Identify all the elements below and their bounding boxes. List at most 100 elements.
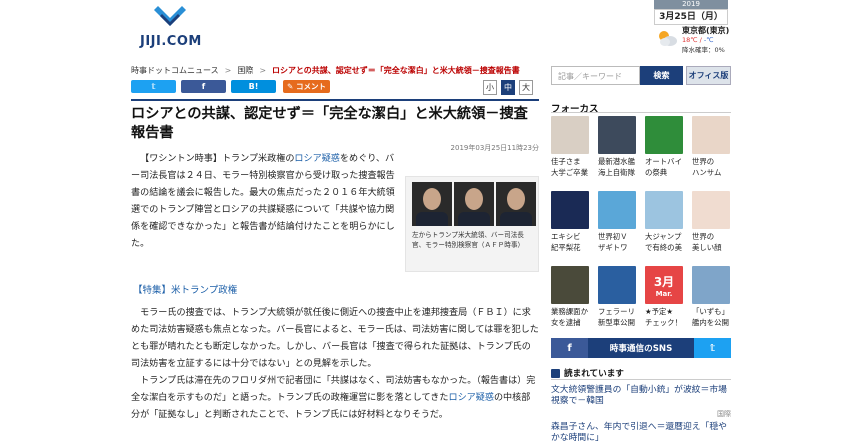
reading-rule (551, 379, 731, 380)
date-day: 3月25日（月） (654, 9, 728, 25)
font-size-small-button[interactable]: 小 (483, 80, 497, 95)
focus-thumbnail (645, 191, 683, 229)
focus-label: フェラーリ (598, 307, 635, 316)
article-photo[interactable]: 左からトランプ米大統領、バー司法長官、モラー特別検察官（ＡＦＰ時事） (405, 176, 539, 272)
focus-thumbnail (692, 191, 730, 229)
focus-label: 大学ご卒業 (551, 168, 588, 177)
russia-probe-link[interactable]: ロシア疑惑 (448, 393, 493, 403)
comment-label: コメント (295, 82, 326, 91)
twitter-sns-button[interactable]: 𝕥 (694, 338, 731, 358)
weather-city: 東京都(東京) (682, 26, 730, 35)
focus-tile[interactable]: 最新潜水艦海上自衛隊 (598, 116, 638, 178)
focus-label: 美しい顔 (692, 243, 722, 252)
search-input[interactable]: 記事／キーワード (551, 66, 640, 85)
focus-rule (551, 112, 731, 113)
twitter-share-button[interactable]: 𝕥 (131, 80, 176, 93)
hatena-icon: B! (248, 82, 259, 91)
focus-thumbnail (645, 116, 683, 154)
weather-rain: 降水確率：0% (682, 46, 725, 54)
focus-thumbnail (551, 116, 589, 154)
focus-label: 業務課面か (551, 307, 588, 316)
focus-label: 海上自衛隊 (598, 168, 635, 177)
font-size-large-button[interactable]: 大 (519, 80, 533, 95)
weather-widget[interactable]: 東京都(東京) 18℃ / -℃ 降水確率：0% (656, 25, 746, 54)
breadcrumb-section[interactable]: 国際 (237, 66, 253, 75)
calendar-sub: Mar. (655, 289, 673, 298)
square-bullet-icon (551, 368, 560, 378)
focus-thumbnail (598, 266, 636, 304)
article-body: モラー氏の捜査では、トランプ大統領が就任後に側近への捜査中止を連邦捜査局（ＦＢＩ… (131, 305, 539, 424)
focus-thumbnail: 3月 Mar. (645, 266, 683, 304)
focus-label: 大ジャンプ (645, 232, 682, 241)
focus-thumbnail (598, 116, 636, 154)
twitter-icon: 𝕥 (151, 82, 156, 91)
focus-thumbnail (692, 266, 730, 304)
comment-button[interactable]: ✎ コメント (283, 80, 330, 93)
focus-label: 艦内を公開 (692, 318, 729, 327)
article-title: ロシアとの共謀、認定せず＝「完全な潔白」と米大統領－捜査報告書 (131, 106, 528, 141)
date-box: 2019 3月25日（月） (654, 0, 728, 25)
focus-label: チェック！ (645, 318, 682, 327)
weather-temp: 18℃ / -℃ (682, 36, 714, 44)
photo-caption: 左からトランプ米大統領、バー司法長官、モラー特別検察官（ＡＦＰ時事） (412, 231, 525, 249)
russia-probe-link[interactable]: ロシア疑惑 (294, 154, 339, 164)
feature-link[interactable]: 【特集】米トランプ政権 (133, 282, 237, 296)
facebook-sns-button[interactable]: f (551, 338, 588, 358)
logo-mark-icon (154, 6, 186, 26)
focus-tile[interactable]: 佳子さま 大学ご卒業 (551, 116, 591, 178)
search-button[interactable]: 検索 (640, 66, 683, 85)
logo-text: JIJI.COM (140, 34, 202, 49)
focus-tile[interactable]: 「いずも」艦内を公開 (692, 266, 732, 328)
focus-tile[interactable]: オートバイ の祭典 (645, 116, 685, 178)
focus-tile[interactable]: 業務課面か 女を逮捕 (551, 266, 591, 328)
focus-tile[interactable]: 世界の ハンサム (692, 116, 732, 178)
article-paragraph: モラー氏の捜査では、トランプ大統領が就任後に側近への捜査中止を連邦捜査局（ＦＢＩ… (131, 308, 539, 369)
facebook-icon: f (201, 82, 206, 91)
font-size-medium-button[interactable]: 中 (501, 80, 515, 95)
focus-label: オートバイ (645, 157, 682, 166)
focus-thumbnail (551, 191, 589, 229)
breadcrumb-home[interactable]: 時事ドットコムニュース (131, 66, 219, 75)
focus-label: 世界初Ｖ (598, 232, 628, 241)
focus-label: で有終の美 (645, 243, 682, 252)
breadcrumb: 時事ドットコムニュース > 国際 > ロシアとの共謀、認定せず＝「完全な潔白」と米大統領… (131, 66, 520, 75)
focus-tile[interactable]: 世界初Ｖ ザギトワ (598, 191, 638, 253)
focus-thumbnail (692, 116, 730, 154)
date-year: 2019 (654, 0, 728, 9)
comment-icon: ✎ (287, 82, 296, 91)
focus-label: 佳子さま (551, 157, 581, 166)
focus-label: エキシビ (551, 232, 581, 241)
focus-label: の祭典 (645, 168, 668, 177)
reading-item[interactable]: 文大統領警護員の「自動小銃」が波紋＝市場視察で－韓国 (551, 385, 731, 407)
focus-tile[interactable]: 大ジャンプで有終の美 (645, 191, 685, 253)
focus-tile[interactable]: エキシビ 紀平梨花 (551, 191, 591, 253)
focus-thumbnail (551, 266, 589, 304)
article-lead: 【ワシントン時事】トランプ米政権のロシア疑惑をめぐり、バー司法長官は２４日、モラ… (131, 154, 395, 249)
sns-label[interactable]: 時事通信のSNS (588, 338, 694, 358)
focus-label: ★予定★ (645, 307, 674, 316)
photo-image (412, 182, 536, 226)
site-logo[interactable]: JIJI.COM (140, 4, 210, 52)
reading-item-category: 国際 (717, 410, 731, 418)
focus-thumbnail (598, 191, 636, 229)
hatena-bookmark-button[interactable]: B! (231, 80, 276, 93)
focus-label: 「いずも」 (692, 307, 729, 316)
focus-label: ハンサム (692, 168, 722, 177)
focus-tile[interactable]: 世界の 美しい顔 (692, 191, 732, 253)
focus-tile[interactable]: フェラーリ新型車公開 (598, 266, 638, 328)
focus-label: 最新潜水艦 (598, 157, 635, 166)
focus-label: 新型車公開 (598, 318, 635, 327)
reading-item[interactable]: 森昌子さん、年内で引退へ＝還暦迎え「穏やかな時間に」 (551, 422, 731, 444)
facebook-share-button[interactable]: f (181, 80, 226, 93)
breadcrumb-current: ロシアとの共謀、認定せず＝「完全な潔白」と米大統領－捜査報告書 (272, 66, 520, 75)
focus-tile[interactable]: 3月 Mar. ★予定★ チェック！ (645, 266, 685, 328)
focus-label: 世界の (692, 157, 715, 166)
reading-heading: 読まれています (551, 367, 624, 379)
calendar-month: 3月 (653, 274, 675, 289)
office-edition-button[interactable]: オフィス版 (686, 66, 731, 85)
partly-cloudy-icon (659, 31, 677, 46)
headline-rule (131, 99, 539, 101)
focus-label: 女を逮捕 (551, 318, 581, 327)
focus-label: 紀平梨花 (551, 243, 581, 252)
focus-label: ザギトワ (598, 243, 628, 252)
